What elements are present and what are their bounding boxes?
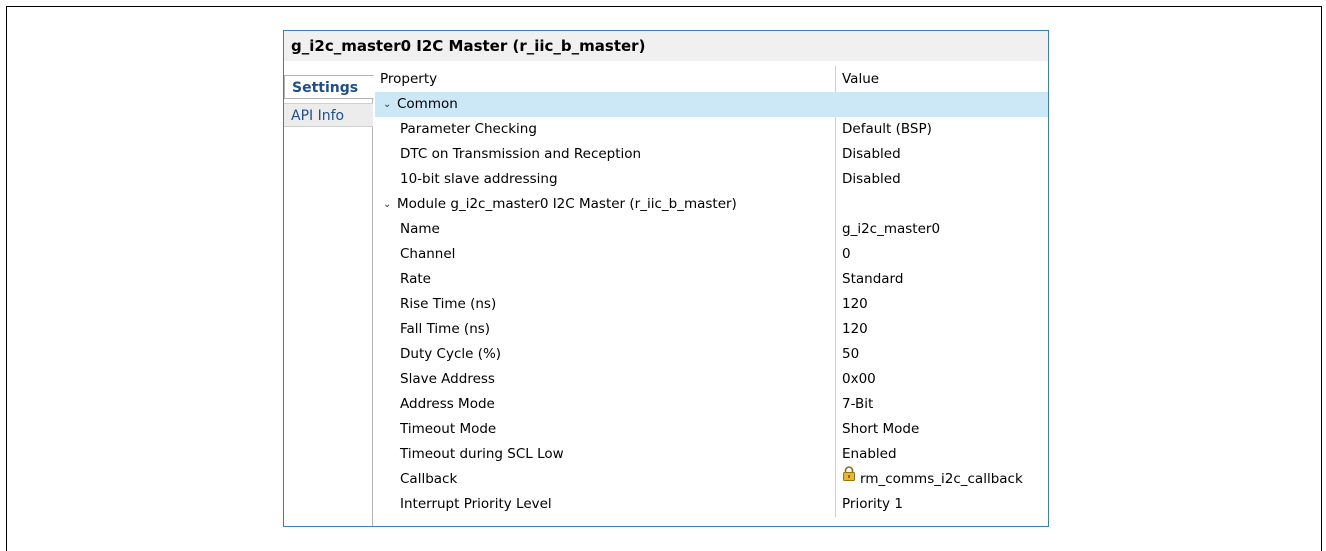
property-value[interactable]: g_i2c_master0 — [835, 217, 1048, 242]
property-value[interactable]: Default (BSP) — [835, 117, 1048, 142]
table-row[interactable]: Channel 0 — [375, 242, 1048, 267]
chevron-down-icon[interactable]: ⌄ — [383, 92, 397, 117]
table-row[interactable]: Name g_i2c_master0 — [375, 217, 1048, 242]
column-header-property[interactable]: Property — [375, 66, 835, 92]
property-value[interactable]: 0x00 — [835, 367, 1048, 392]
property-value[interactable]: 120 — [835, 292, 1048, 317]
panel-title: g_i2c_master0 I2C Master (r_iic_b_master… — [284, 31, 1048, 61]
tab-bar: Settings API Info — [284, 75, 374, 526]
property-value[interactable]: 0 — [835, 242, 1048, 267]
group-label: Common — [397, 96, 458, 112]
table-row[interactable]: Address Mode 7-Bit — [375, 392, 1048, 417]
table-row[interactable]: Timeout Mode Short Mode — [375, 417, 1048, 442]
property-value[interactable]: Disabled — [835, 167, 1048, 192]
property-name: Interrupt Priority Level — [400, 496, 552, 512]
property-value[interactable]: Priority 1 — [835, 492, 1048, 517]
column-header-value[interactable]: Value — [835, 66, 1048, 92]
table-row[interactable]: Callback rm_comms_i2c_callback — [375, 465, 1048, 492]
property-name: Address Mode — [400, 396, 495, 412]
group-value — [835, 192, 1048, 217]
table-row[interactable]: Interrupt Priority Level Priority 1 — [375, 492, 1048, 517]
tab-api-info[interactable]: API Info — [284, 103, 373, 127]
property-value[interactable]: 50 — [835, 342, 1048, 367]
property-value[interactable]: Enabled — [835, 442, 1048, 467]
property-value[interactable]: Disabled — [835, 142, 1048, 167]
table-header-row: Property Value — [375, 66, 1048, 92]
property-value[interactable]: rm_comms_i2c_callback — [835, 465, 1048, 492]
properties-panel: g_i2c_master0 I2C Master (r_iic_b_master… — [283, 30, 1049, 527]
property-name: Duty Cycle (%) — [400, 346, 502, 362]
property-value[interactable]: Standard — [835, 267, 1048, 292]
property-name: Parameter Checking — [400, 121, 537, 137]
group-row-common[interactable]: ⌄ Common — [375, 92, 1048, 117]
table-row[interactable]: DTC on Transmission and Reception Disabl… — [375, 142, 1048, 167]
property-name: Fall Time (ns) — [400, 321, 491, 337]
table-row[interactable]: Rise Time (ns) 120 — [375, 292, 1048, 317]
property-name: Timeout during SCL Low — [400, 446, 564, 462]
group-row-module[interactable]: ⌄ Module g_i2c_master0 I2C Master (r_iic_… — [375, 192, 1048, 217]
tab-settings[interactable]: Settings — [284, 75, 374, 99]
property-value-text: rm_comms_i2c_callback — [860, 471, 1023, 487]
property-name: 10-bit slave addressing — [400, 171, 558, 187]
property-name: Channel — [400, 246, 456, 262]
table-row[interactable]: 10-bit slave addressing Disabled — [375, 167, 1048, 192]
table-row[interactable]: Fall Time (ns) 120 — [375, 317, 1048, 342]
property-name: Rise Time (ns) — [400, 296, 497, 312]
table-row[interactable]: Rate Standard — [375, 267, 1048, 292]
property-name: Timeout Mode — [400, 421, 497, 437]
chevron-down-icon[interactable]: ⌄ — [383, 192, 397, 217]
property-name: Name — [400, 221, 440, 237]
table-row[interactable]: Timeout during SCL Low Enabled — [375, 442, 1048, 467]
table-row[interactable]: Slave Address 0x00 — [375, 367, 1048, 392]
table-row[interactable]: Parameter Checking Default (BSP) — [375, 117, 1048, 142]
property-value[interactable]: 7-Bit — [835, 392, 1048, 417]
property-name: Callback — [400, 471, 458, 487]
group-label: Module g_i2c_master0 I2C Master (r_iic_b… — [397, 196, 737, 212]
group-value — [835, 92, 1048, 117]
property-name: Rate — [400, 271, 431, 287]
property-name: DTC on Transmission and Reception — [400, 146, 642, 162]
property-value[interactable]: 120 — [835, 317, 1048, 342]
table-row[interactable]: Duty Cycle (%) 50 — [375, 342, 1048, 367]
property-name: Slave Address — [400, 371, 495, 387]
lock-icon — [842, 465, 856, 490]
property-value[interactable]: Short Mode — [835, 417, 1048, 442]
